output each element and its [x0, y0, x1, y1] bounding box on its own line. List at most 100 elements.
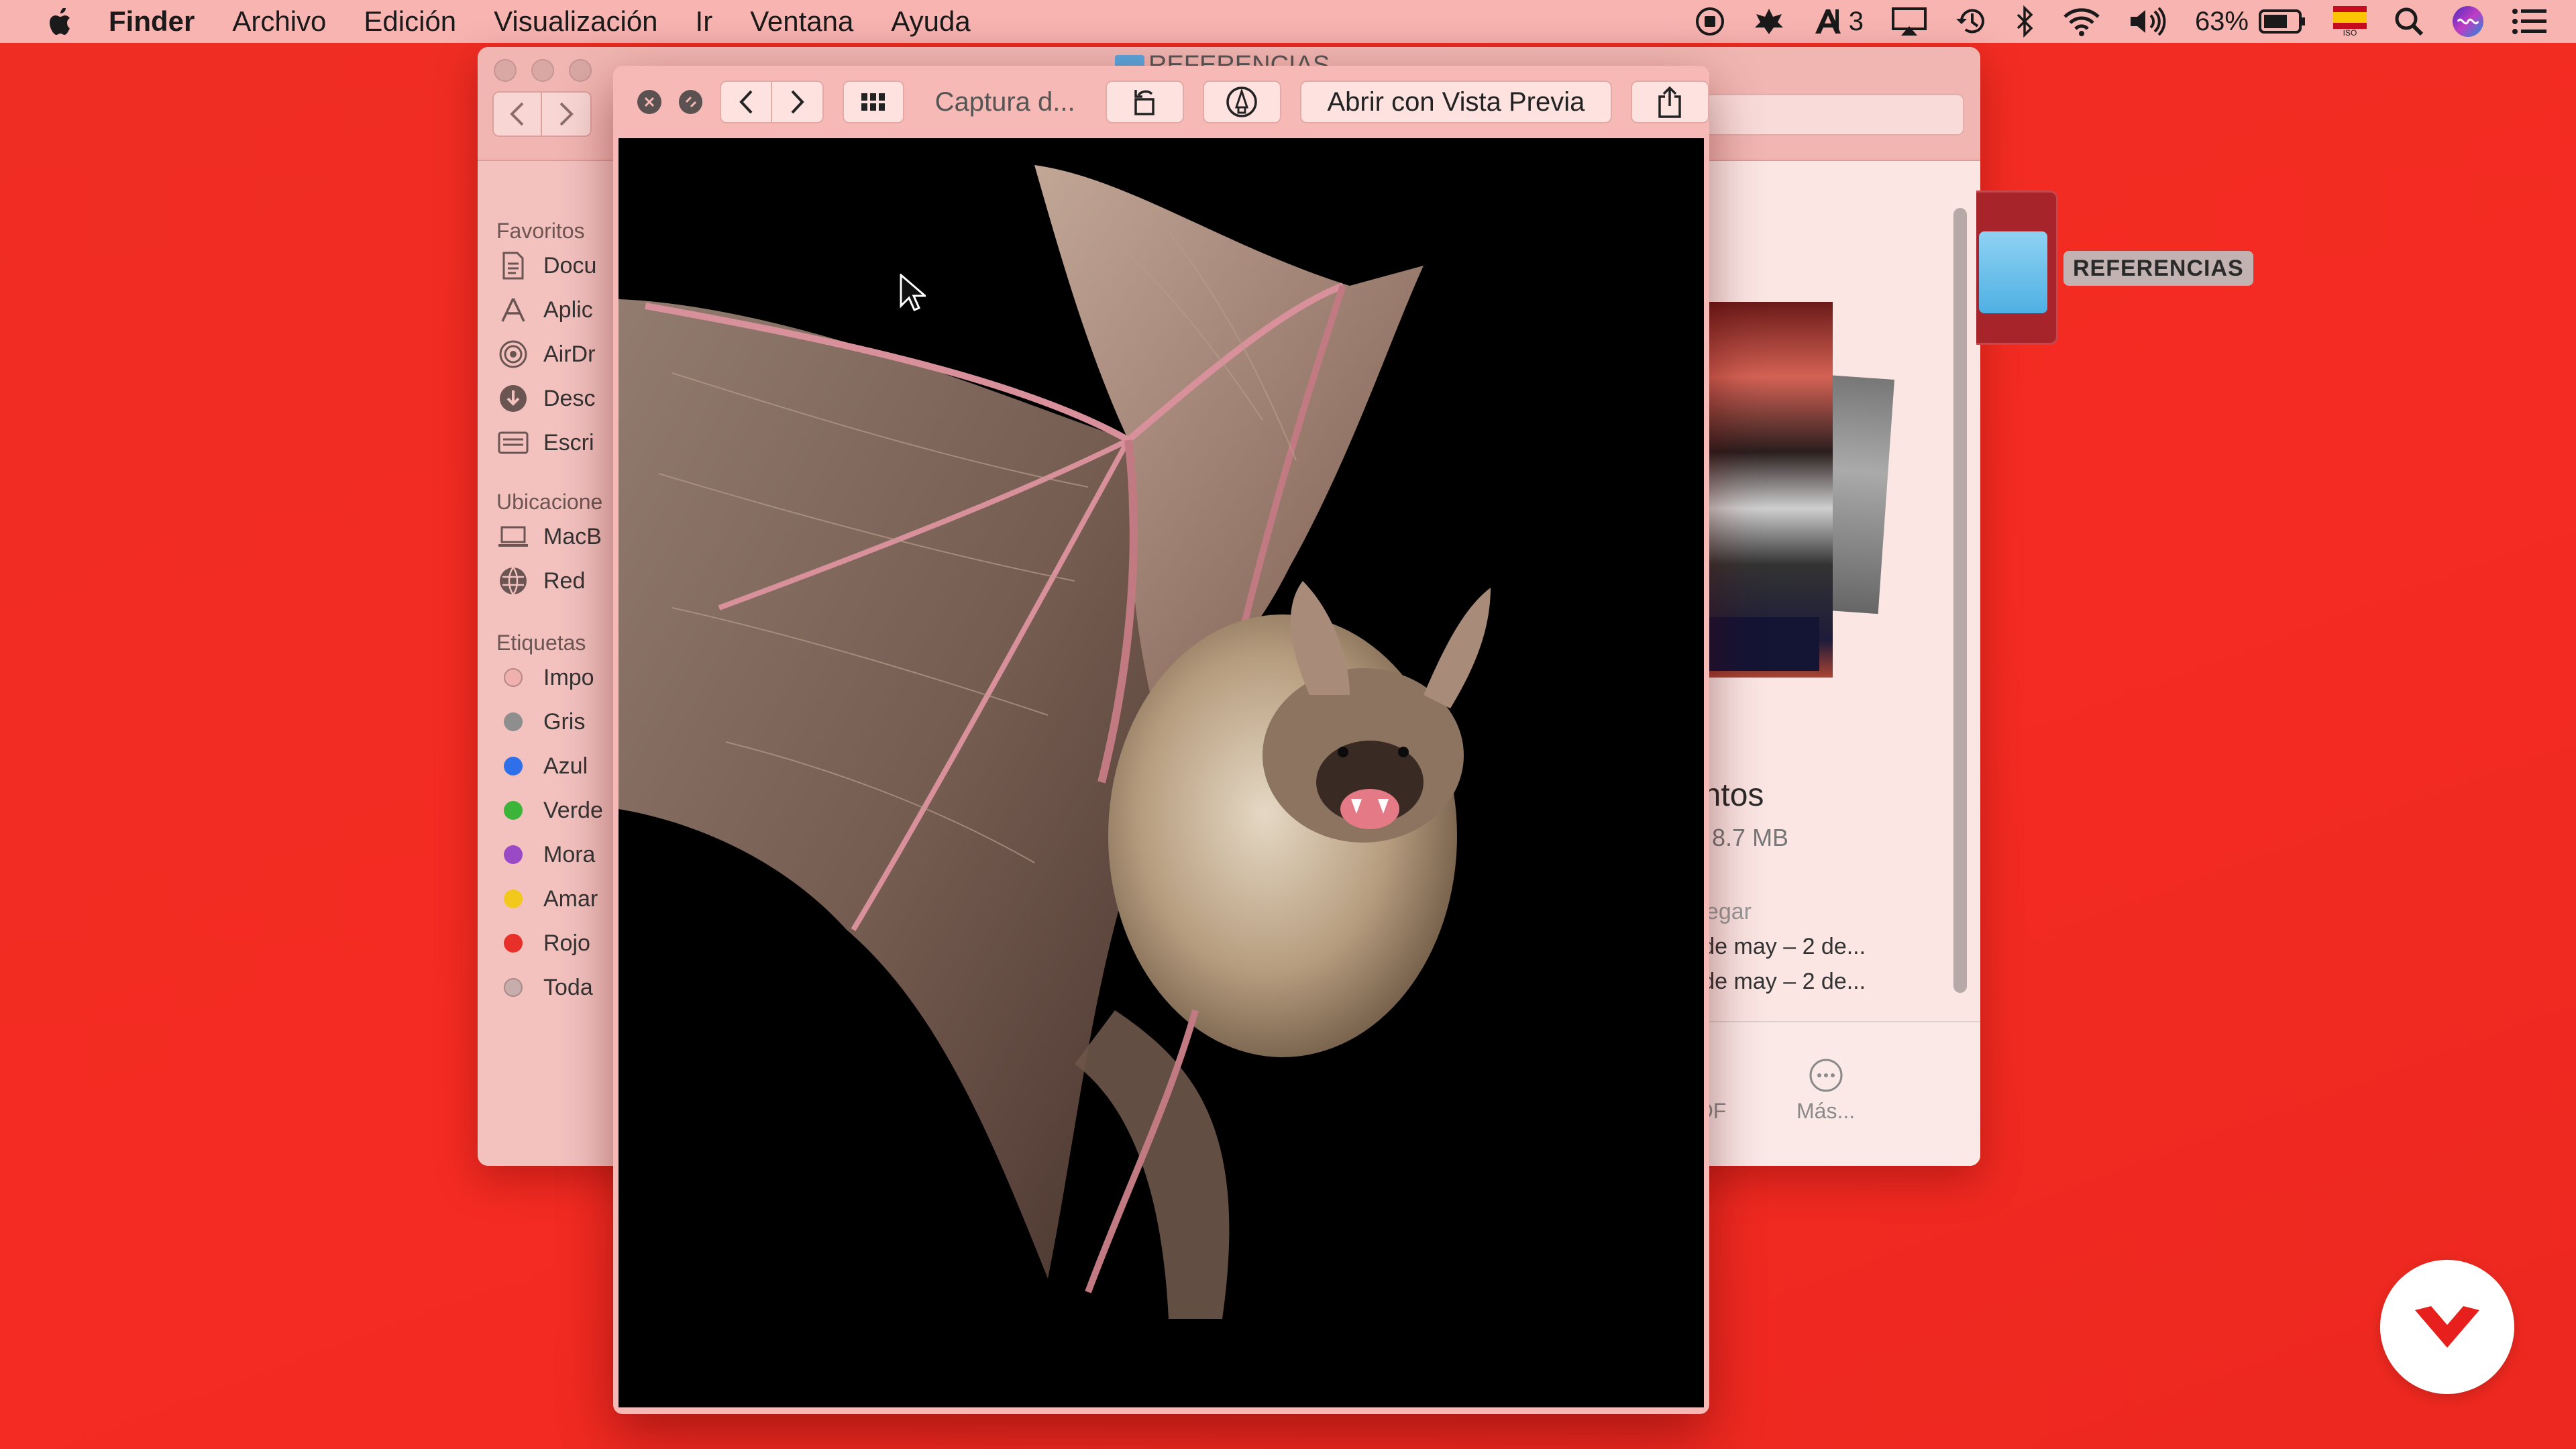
finder-navigation	[492, 91, 592, 137]
chevron-right-icon	[559, 102, 574, 126]
forward-button[interactable]	[542, 91, 592, 137]
menu-ir[interactable]: Ir	[696, 5, 713, 38]
tag-color-dot	[504, 934, 523, 953]
wifi-icon[interactable]	[2062, 6, 2101, 37]
input-source-flag-icon[interactable]: ISO	[2333, 6, 2367, 37]
preview-scrollbar[interactable]	[1953, 208, 1967, 993]
network-globe-icon	[496, 566, 530, 596]
minimize-window-button[interactable]	[531, 59, 554, 82]
share-button[interactable]	[1630, 80, 1709, 123]
tag-color-dot	[504, 801, 523, 820]
sidebar-item-label: AirDr	[543, 341, 596, 367]
time-machine-icon[interactable]	[1955, 5, 1988, 38]
sidebar-item-label: Rojo	[543, 930, 590, 956]
bat-photo	[619, 165, 1491, 1319]
next-item-button[interactable]	[771, 80, 824, 123]
sidebar-item-label: Azul	[543, 753, 588, 779]
markup-pen-icon	[1226, 87, 1258, 117]
sidebar-item-label: Desc	[543, 385, 596, 411]
extension-icon[interactable]	[1752, 6, 1786, 37]
folder-graphic	[1979, 231, 2047, 313]
sidebar-tag-blue[interactable]: Azul	[496, 751, 588, 781]
menu-visualizacion[interactable]: Visualización	[494, 5, 657, 38]
tag-all-icon	[504, 978, 523, 997]
preview-image-bottom	[1692, 617, 1819, 671]
rotate-button[interactable]	[1105, 80, 1184, 123]
battery-icon[interactable]	[2258, 8, 2306, 35]
zoom-window-button[interactable]	[569, 59, 592, 82]
sidebar-tag-yellow[interactable]: Amar	[496, 884, 598, 914]
markup-button[interactable]	[1202, 80, 1281, 123]
desktop-folder-label[interactable]: REFERENCIAS	[2063, 251, 2253, 286]
open-with-preview-button[interactable]: Abrir con Vista Previa	[1299, 80, 1612, 123]
status-area: 3 63% ISO	[1695, 0, 2576, 43]
keyboard-input-icon[interactable]: 3	[1813, 7, 1864, 37]
index-sheet-button[interactable]	[843, 80, 904, 123]
menu-edicion[interactable]: Edición	[364, 5, 456, 38]
tag-color-dot	[504, 757, 523, 775]
notification-center-icon[interactable]	[2512, 7, 2548, 36]
volume-icon[interactable]	[2128, 6, 2168, 37]
sidebar-item-downloads[interactable]: Desc	[496, 384, 595, 413]
quick-look-close-button[interactable]	[637, 90, 661, 114]
close-window-button[interactable]	[494, 59, 517, 82]
ellipsis-circle-icon	[1808, 1052, 1844, 1099]
applications-icon	[496, 295, 530, 325]
document-icon	[496, 251, 530, 280]
sidebar-item-label: Mora	[543, 841, 596, 867]
back-button[interactable]	[492, 91, 542, 137]
quick-look-window: Captura d... Abrir con Vista Previa	[613, 66, 1709, 1414]
airdrop-icon	[496, 339, 530, 369]
sidebar-item-desktop[interactable]: Escri	[496, 428, 594, 458]
sidebar-header-tags: Etiquetas	[496, 631, 586, 655]
grid-icon	[861, 93, 885, 111]
sidebar-item-applications[interactable]: Aplic	[496, 295, 593, 325]
desktop-folder-icon[interactable]	[1976, 191, 2058, 345]
battery-percent: 63%	[2194, 6, 2249, 36]
screen-record-icon[interactable]	[1695, 6, 1725, 37]
sidebar-item-label: Amar	[543, 885, 598, 912]
brand-logo-badge	[2380, 1260, 2514, 1394]
finder-search-field[interactable]	[1703, 94, 1964, 136]
sidebar-tag-important[interactable]: Impo	[496, 663, 594, 692]
sidebar-tag-red[interactable]: Rojo	[496, 928, 590, 958]
sidebar-item-network[interactable]: Red	[496, 566, 585, 596]
sidebar-item-macbook[interactable]: MacB	[496, 522, 602, 551]
menu-ventana[interactable]: Ventana	[750, 5, 853, 38]
sidebar-item-airdrop[interactable]: AirDr	[496, 339, 595, 369]
quick-look-fullscreen-button[interactable]	[678, 90, 703, 114]
more-actions-button[interactable]: Más...	[1796, 1052, 1855, 1124]
sidebar-item-label: Docu	[543, 252, 597, 278]
keyboard-count: 3	[1848, 6, 1864, 36]
quick-look-title: Captura d...	[934, 87, 1075, 117]
sidebar-item-documents[interactable]: Docu	[496, 251, 596, 280]
menu-archivo[interactable]: Archivo	[232, 5, 326, 38]
sidebar-header-locations: Ubicacione	[496, 490, 603, 514]
sidebar-item-label: Verde	[543, 797, 603, 823]
spotlight-search-icon[interactable]	[2394, 6, 2424, 37]
sidebar-tag-purple[interactable]: Mora	[496, 840, 595, 869]
flag-text: ISO	[2343, 28, 2357, 38]
chevron-left-icon	[510, 102, 524, 126]
tag-color-dot	[504, 845, 523, 864]
sidebar-item-label: Escri	[543, 429, 594, 455]
previous-item-button[interactable]	[720, 80, 772, 123]
more-actions-label: Más...	[1796, 1099, 1856, 1123]
window-controls	[494, 59, 606, 82]
airplay-icon[interactable]	[1890, 6, 1928, 37]
sidebar-item-label: MacB	[543, 523, 602, 549]
quick-look-image-preview	[619, 138, 1704, 1407]
mouse-pointer-icon	[899, 272, 928, 316]
sidebar-tag-all[interactable]: Toda	[496, 973, 593, 1002]
siri-icon[interactable]	[2451, 5, 2485, 38]
apple-menu-icon[interactable]	[42, 3, 75, 40]
menu-ayuda[interactable]: Ayuda	[891, 5, 970, 38]
sidebar-item-label: Aplic	[543, 297, 593, 323]
chevron-right-icon	[791, 90, 804, 114]
brand-logo-icon	[2415, 1306, 2479, 1348]
bluetooth-icon[interactable]	[2015, 5, 2035, 38]
sidebar-tag-green[interactable]: Verde	[496, 796, 603, 825]
sidebar-item-label: Impo	[543, 664, 594, 690]
sidebar-tag-gray[interactable]: Gris	[496, 707, 585, 737]
menu-app-name[interactable]: Finder	[109, 5, 195, 38]
